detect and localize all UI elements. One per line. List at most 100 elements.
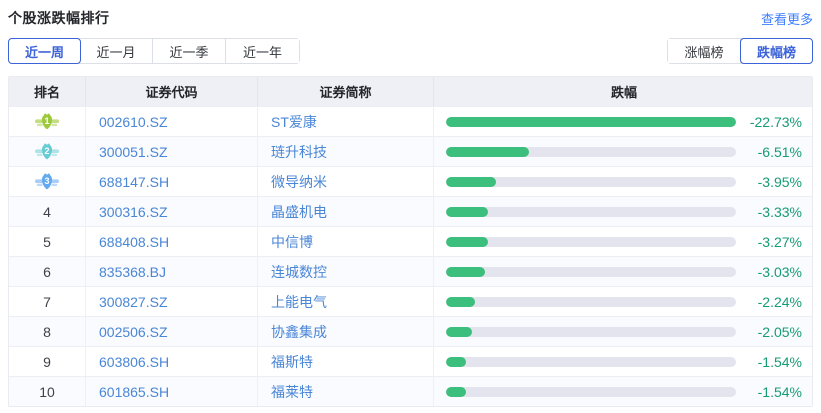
change-percent: -1.54% [758,384,802,400]
change-bar-fill [446,357,466,367]
table-row: 9 603806.SH 福斯特 -1.54% [9,346,812,376]
stock-name-link[interactable]: 微导纳米 [271,172,327,192]
change-cell: -2.05% [434,317,812,346]
stock-name-cell: 上能电气 [258,287,434,316]
change-bar-track [446,387,736,397]
rank-number: 8 [43,324,51,340]
svg-text:1: 1 [44,115,49,125]
stock-code-link[interactable]: 300051.SZ [99,144,168,160]
change-cell: -3.27% [434,227,812,256]
rank-number: 9 [43,354,51,370]
stock-code-cell: 002506.SZ [86,317,258,346]
stock-name-link[interactable]: 福斯特 [271,352,313,372]
change-bar-track [446,237,736,247]
stock-code-cell: 688147.SH [86,167,258,196]
rank-cell: 10 [9,377,86,406]
toggle-losers-board[interactable]: 跌幅榜 [740,38,813,64]
stock-name-cell: 晶盛机电 [258,197,434,226]
stock-code-link[interactable]: 300316.SZ [99,204,168,220]
rank-cell: 2 [9,137,86,166]
stock-code-link[interactable]: 002610.SZ [99,114,168,130]
stock-code-link[interactable]: 835368.BJ [99,264,166,280]
see-more-link[interactable]: 查看更多 [761,9,813,28]
rank-number: 7 [43,294,51,310]
change-cell: -3.95% [434,167,812,196]
change-bar-track [446,177,736,187]
stock-name-cell: ST爱康 [258,107,434,136]
table-body: 1002610.SZST爱康-22.73%2300051.SZ琏升科技-6.51… [9,106,812,406]
change-percent: -6.51% [758,144,802,160]
table-row: 7 300827.SZ 上能电气 -2.24% [9,286,812,316]
stock-name-link[interactable]: 连城数控 [271,262,327,282]
rank-number: 4 [43,204,51,220]
page-title: 个股涨跌幅排行 [8,8,110,28]
table-row: 10 601865.SH 福莱特 -1.54% [9,376,812,406]
board-toggle-group: 涨幅榜 跌幅榜 [667,38,813,64]
change-bar-fill [446,207,488,217]
stock-code-link[interactable]: 688147.SH [99,174,169,190]
svg-text:2: 2 [44,145,49,155]
change-percent: -1.54% [758,354,802,370]
change-cell: -1.54% [434,377,812,406]
stock-code-link[interactable]: 603806.SH [99,354,169,370]
change-percent: -3.03% [758,264,802,280]
change-cell: -1.54% [434,347,812,376]
stock-name-link[interactable]: 琏升科技 [271,142,327,162]
change-bar-track [446,147,736,157]
stock-code-cell: 603806.SH [86,347,258,376]
stock-name-link[interactable]: 上能电气 [271,292,327,312]
stock-code-link[interactable]: 688408.SH [99,234,169,250]
stock-name-cell: 福莱特 [258,377,434,406]
table-row: 6835368.BJ连城数控-3.03% [9,256,812,286]
change-percent: -2.05% [758,324,802,340]
table-row: 4 300316.SZ 晶盛机电 -3.33% [9,196,812,226]
stock-name-link[interactable]: 晶盛机电 [271,202,327,222]
change-bar-track [446,297,736,307]
stock-name-link[interactable]: 中信博 [271,232,313,252]
rank-cell: 8 [9,317,86,346]
change-bar-track [446,327,736,337]
change-bar-fill [446,147,529,157]
table-row: 5688408.SH中信博-3.27% [9,226,812,256]
change-bar-fill [446,117,736,127]
change-percent: -3.33% [758,204,802,220]
change-bar-fill [446,237,488,247]
stock-code-link[interactable]: 002506.SZ [99,324,168,340]
change-bar-fill [446,327,472,337]
change-bar-fill [446,177,496,187]
stock-code-cell: 300316.SZ [86,197,258,226]
toggle-gainers-board[interactable]: 涨幅榜 [668,39,741,63]
change-bar-track [446,357,736,367]
tab-recent-year[interactable]: 近一年 [226,39,299,63]
change-cell: -3.33% [434,197,812,226]
rank-cell: 3 [9,167,86,196]
change-bar-track [446,207,736,217]
stock-code-cell: 835368.BJ [86,257,258,286]
stock-code-link[interactable]: 300827.SZ [99,294,168,310]
stock-name-link[interactable]: 协鑫集成 [271,322,327,342]
stock-name-link[interactable]: ST爱康 [271,112,317,132]
change-bar-track [446,117,736,127]
stock-name-cell: 福斯特 [258,347,434,376]
stock-code-cell: 300051.SZ [86,137,258,166]
stock-name-link[interactable]: 福莱特 [271,382,313,402]
stock-code-cell: 688408.SH [86,227,258,256]
tab-recent-month[interactable]: 近一月 [80,39,153,63]
col-header-code: 证券代码 [86,77,258,106]
col-header-change: 跌幅 [434,77,812,106]
change-bar-fill [446,297,475,307]
change-bar-fill [446,387,466,397]
rank-cell: 9 [9,347,86,376]
rank-cell: 4 [9,197,86,226]
stock-code-link[interactable]: 601865.SH [99,384,169,400]
table-header-row: 排名 证券代码 证券简称 跌幅 [9,77,812,106]
tab-recent-quarter[interactable]: 近一季 [153,39,226,63]
change-cell: -2.24% [434,287,812,316]
change-percent: -3.27% [758,234,802,250]
stock-name-cell: 协鑫集成 [258,317,434,346]
tab-recent-week[interactable]: 近一周 [8,38,81,64]
stock-name-cell: 微导纳米 [258,167,434,196]
stock-name-cell: 连城数控 [258,257,434,286]
stock-code-cell: 300827.SZ [86,287,258,316]
stock-ranking-widget: 个股涨跌幅排行 查看更多 近一周 近一月 近一季 近一年 涨幅榜 跌幅榜 排名 … [0,0,821,407]
